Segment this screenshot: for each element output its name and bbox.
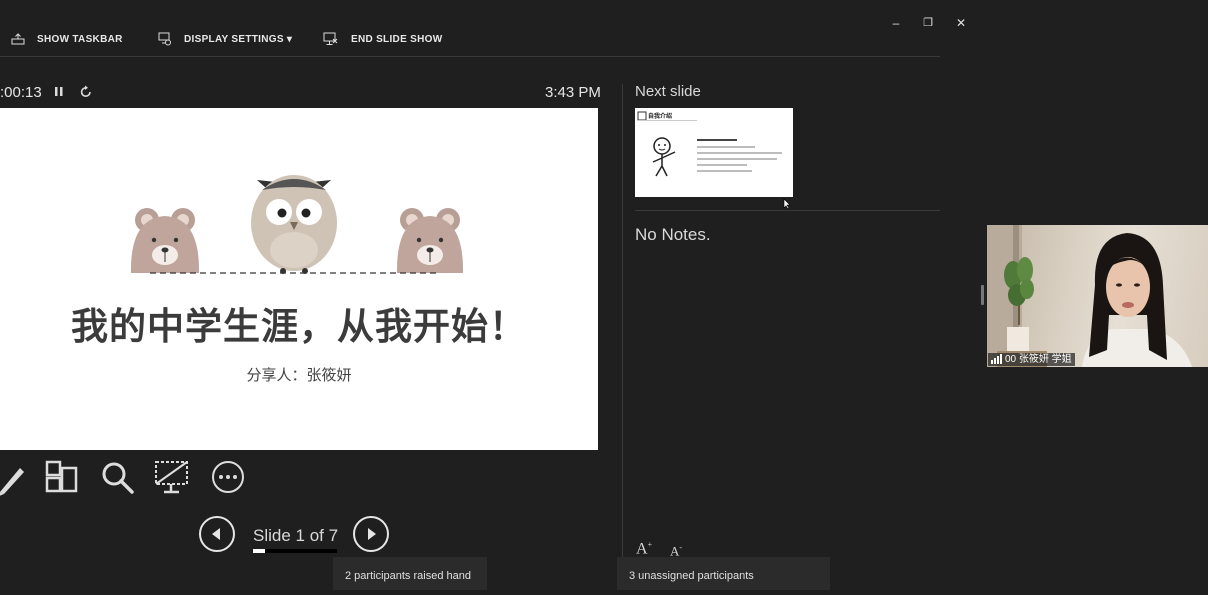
signal-strength-icon: [991, 354, 1002, 364]
current-slide: [0, 108, 598, 450]
close-button[interactable]: ✕: [951, 14, 971, 32]
raised-hand-notification[interactable]: 2 participants raised hand: [333, 557, 487, 590]
owl-icon: [251, 175, 337, 274]
show-taskbar-label: SHOW TASKBAR: [37, 33, 123, 45]
end-slide-show-button[interactable]: END SLIDE SHOW: [323, 30, 442, 48]
current-time: 3:43 PM: [545, 84, 601, 101]
bear-right-icon: [396, 208, 464, 273]
slide-progress-fill: [253, 549, 265, 553]
taskbar-icon: [11, 33, 25, 45]
notes-divider: [635, 210, 940, 211]
thumb-text-line: [697, 152, 782, 154]
toolbar-divider: [0, 56, 940, 57]
previous-arrow-icon: [212, 528, 220, 540]
restart-timer-icon[interactable]: [79, 85, 93, 99]
increase-font-button[interactable]: A+: [636, 540, 652, 558]
display-settings-label: DISPLAY SETTINGS ▾: [184, 33, 293, 45]
pen-icon[interactable]: [0, 458, 36, 498]
elapsed-timer: :00:13: [0, 84, 42, 101]
participant-video-frame: [987, 225, 1192, 367]
slide-subtitle: 分享人：张筱妍: [246, 367, 352, 384]
slide-illustration: [130, 175, 464, 274]
thumb-title-rule: [637, 120, 697, 121]
thumb-text-line: [697, 164, 747, 166]
participant-video[interactable]: 00 张筱妍 学姐: [987, 225, 1208, 367]
next-slide-button[interactable]: [353, 516, 389, 552]
zoom-icon[interactable]: [98, 458, 138, 498]
more-options-icon[interactable]: [208, 458, 248, 498]
thumb-title: 自我介绍: [648, 114, 673, 120]
thumb-text-line: [697, 139, 737, 141]
video-resize-handle[interactable]: [981, 285, 984, 305]
end-slide-show-label: END SLIDE SHOW: [351, 33, 443, 45]
slide-counter: Slide 1 of 7: [253, 526, 339, 545]
next-slide-label: Next slide: [635, 83, 701, 100]
thumb-text-line: [697, 170, 752, 172]
show-taskbar-button[interactable]: SHOW TASKBAR: [11, 30, 123, 48]
speaker-notes[interactable]: No Notes.: [635, 225, 711, 245]
previous-slide-button[interactable]: [199, 516, 235, 552]
see-all-slides-icon[interactable]: [42, 458, 82, 498]
pane-divider[interactable]: [622, 84, 623, 590]
thumb-text-line: [697, 158, 777, 160]
slide-progress-bar: [253, 549, 337, 553]
unassigned-participants-notification[interactable]: 3 unassigned participants: [617, 557, 830, 590]
next-slide-thumbnail[interactable]: 自我介绍: [635, 108, 793, 197]
increase-font-label: A: [636, 540, 648, 558]
display-settings-icon: [158, 32, 171, 46]
slide-title: 我的中学生涯，从我开始！: [71, 306, 527, 347]
next-arrow-icon: [368, 528, 376, 540]
person-figure: [1082, 233, 1192, 367]
mouse-cursor-icon: [783, 198, 791, 210]
black-screen-icon[interactable]: [152, 458, 192, 498]
bear-left-icon: [130, 208, 200, 273]
restore-button[interactable]: ❐: [918, 14, 938, 32]
minimize-button[interactable]: –: [886, 14, 906, 32]
pause-icon[interactable]: [54, 85, 64, 99]
end-show-icon: [323, 32, 338, 45]
thumb-text-line: [697, 146, 755, 148]
stick-figure-icon: [652, 137, 676, 177]
display-settings-button[interactable]: DISPLAY SETTINGS ▾: [158, 30, 292, 48]
